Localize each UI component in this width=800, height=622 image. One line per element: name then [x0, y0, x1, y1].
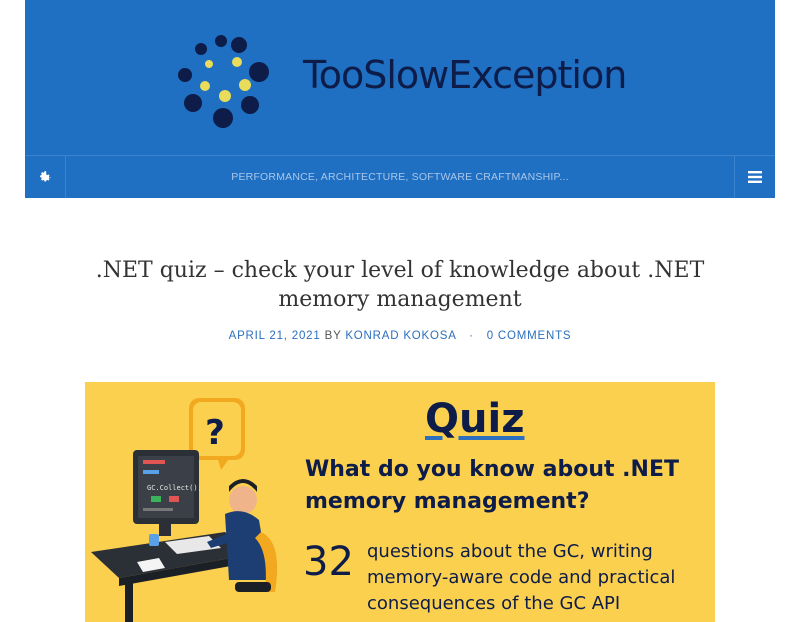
featured-image[interactable]: ? GC.Collect(); Quiz What do you know ab…	[85, 382, 715, 622]
quiz-question: What do you know about .NET memory manag…	[305, 457, 679, 514]
hamburger-menu-icon	[748, 171, 762, 183]
comments-link[interactable]: 0 COMMENTS	[487, 330, 572, 342]
gear-icon	[40, 171, 51, 182]
top-navigation: PERFORMANCE, ARCHITECTURE, SOFTWARE CRAF…	[25, 155, 775, 198]
question-mark: ?	[205, 413, 225, 453]
settings-button[interactable]	[25, 156, 66, 198]
site-tagline: PERFORMANCE, ARCHITECTURE, SOFTWARE CRAF…	[231, 171, 569, 183]
site-title[interactable]: TooSlowException	[303, 53, 627, 97]
post-date-link[interactable]: APRIL 21, 2021	[229, 330, 321, 342]
by-label: BY	[324, 330, 342, 342]
site-header: TooSlowException	[25, 0, 775, 155]
logo-icon[interactable]	[175, 30, 275, 130]
quiz-heading: Quiz	[425, 396, 525, 442]
menu-button[interactable]	[734, 156, 775, 198]
quiz-description: questions about the GC, writing memory-a…	[367, 541, 676, 614]
post-meta: APRIL 21, 2021 BY KONRAD KOKOSA · 0 COMM…	[0, 330, 800, 342]
meta-separator: ·	[469, 330, 474, 342]
author-link[interactable]: KONRAD KOKOSA	[345, 330, 456, 342]
screen-code: GC.Collect();	[147, 484, 202, 492]
quiz-question-count: 32	[303, 539, 354, 585]
post-title: .NET quiz – check your level of knowledg…	[95, 258, 705, 312]
developer-illustration: ? GC.Collect();	[91, 398, 278, 622]
